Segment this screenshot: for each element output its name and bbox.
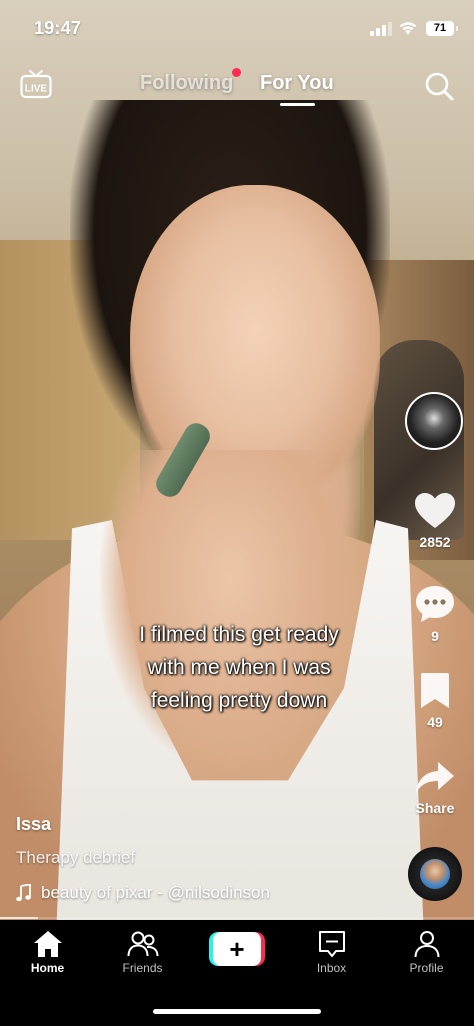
comment-button[interactable]: 9 [400, 584, 470, 644]
bookmark-icon [421, 673, 449, 708]
home-indicator[interactable] [153, 1009, 321, 1014]
plus-icon: + [213, 932, 261, 966]
like-count: 2852 [419, 534, 451, 550]
heart-icon [415, 493, 455, 528]
battery-indicator: 71 [426, 21, 458, 36]
share-label: Share [415, 800, 455, 816]
sound-title: beauty of pixar - @nilsodinson [41, 883, 270, 902]
live-icon[interactable]: LIVE [20, 69, 52, 99]
comment-icon [416, 586, 454, 622]
share-button[interactable]: Share [400, 760, 470, 816]
save-button[interactable]: 49 [400, 672, 470, 730]
tab-inbox-label: Inbox [316, 961, 347, 975]
tab-friends-label: Friends [122, 961, 163, 975]
status-time: 19:47 [34, 18, 82, 38]
playback-progress-fill [0, 917, 38, 919]
sound-disc[interactable] [408, 847, 462, 901]
music-note-icon [16, 884, 31, 902]
home-icon [33, 931, 62, 957]
status-bar: 19:47 71 [0, 0, 474, 58]
active-tab-indicator [280, 103, 315, 106]
save-count: 49 [427, 714, 443, 730]
profile-icon [414, 931, 439, 958]
wifi-icon [399, 22, 417, 35]
live-label: LIVE [25, 84, 48, 95]
comment-count: 9 [431, 628, 439, 644]
creator-avatar[interactable] [405, 392, 463, 450]
playback-progress-bar[interactable] [0, 917, 474, 919]
video-caption-overlay: I filmed this get ready with me when I w… [100, 618, 378, 717]
tab-for-you[interactable]: For You [260, 72, 334, 95]
inbox-icon [318, 931, 345, 957]
caption-line: feeling pretty down [150, 689, 328, 712]
create-button[interactable]: + [209, 932, 265, 966]
cellular-signal-icon [370, 22, 392, 36]
following-notification-dot [232, 68, 241, 77]
tab-following[interactable]: Following [140, 72, 233, 95]
sound-cover-image [420, 859, 450, 889]
video-person-hands [100, 450, 360, 770]
caption-line: with me when I was [147, 656, 331, 679]
creator-username[interactable]: Issa [16, 814, 51, 835]
caption-line: I filmed this get ready [139, 623, 339, 646]
tab-profile[interactable]: Profile [379, 920, 474, 975]
post-description[interactable]: Therapy debrief [16, 848, 135, 868]
like-button[interactable]: 2852 [400, 492, 470, 550]
friends-icon [127, 931, 158, 957]
tab-profile-label: Profile [409, 961, 444, 975]
tab-inbox[interactable]: Inbox [284, 920, 379, 975]
tab-friends[interactable]: Friends [95, 920, 190, 975]
share-arrow-icon [416, 762, 454, 793]
tab-home[interactable]: Home [0, 920, 95, 975]
search-icon[interactable] [424, 71, 454, 101]
top-navigation: LIVE Following For You [0, 60, 474, 110]
action-column: 2852 9 49 Share [400, 392, 474, 912]
tab-home-label: Home [30, 961, 65, 975]
sound-row[interactable]: beauty of pixar - @nilsodinson [16, 882, 270, 904]
